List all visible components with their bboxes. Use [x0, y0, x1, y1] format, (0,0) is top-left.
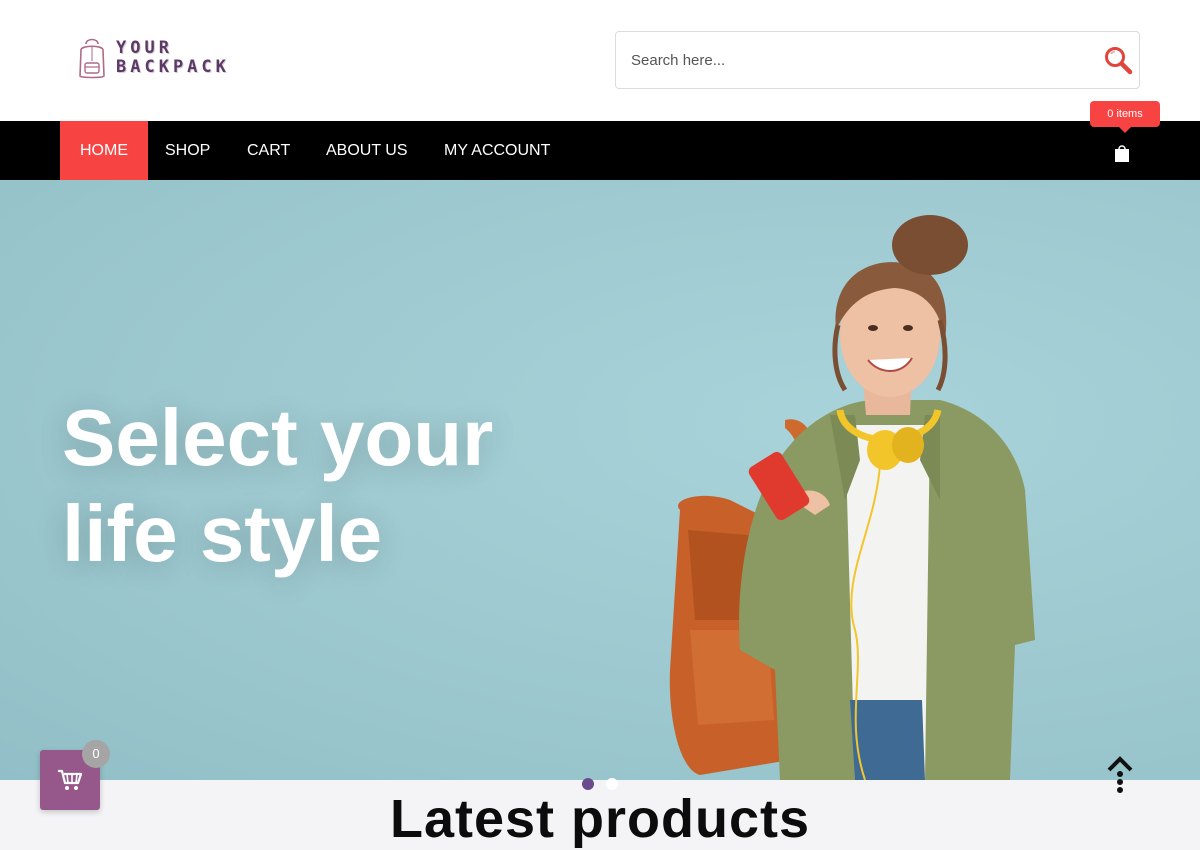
backpack-icon: [79, 38, 105, 79]
hero-slider: Select your life style: [0, 180, 1200, 780]
site-header: YOUR BACKPACK: [0, 0, 1200, 121]
cart-icon: [58, 769, 83, 790]
slider-dot-2[interactable]: [606, 778, 618, 790]
search-input[interactable]: [631, 48, 1091, 72]
hero-title-line-1: Select your: [62, 393, 494, 482]
scroll-top-icon[interactable]: [1106, 755, 1134, 795]
slider-dot-1[interactable]: [582, 778, 594, 790]
hero-title: Select your life style: [62, 390, 582, 582]
cart-items-badge[interactable]: 0 items: [1090, 101, 1160, 133]
search-box: [615, 31, 1140, 89]
main-nav: HOME SHOP CART ABOUT US MY ACCOUNT: [0, 121, 1200, 180]
nav-item-my-account[interactable]: MY ACCOUNT: [444, 121, 550, 180]
logo-line-2: BACKPACK: [116, 57, 230, 77]
nav-item-cart[interactable]: CART: [247, 121, 290, 180]
hero-title-line-2: life style: [62, 489, 383, 578]
latest-products-section: Latest products: [0, 780, 1200, 850]
search-icon[interactable]: [1102, 44, 1136, 78]
latest-products-heading: Latest products: [389, 789, 811, 849]
nav-item-shop[interactable]: SHOP: [165, 121, 210, 180]
logo-text: YOUR BACKPACK: [116, 39, 230, 77]
floating-cart-count: 0: [82, 740, 110, 768]
nav-item-home[interactable]: HOME: [60, 121, 148, 180]
nav-item-about-us[interactable]: ABOUT US: [326, 121, 408, 180]
hero-image: [669, 215, 1035, 780]
shopping-bag-icon[interactable]: [1113, 143, 1131, 163]
logo-line-1: YOUR: [116, 38, 173, 58]
site-logo[interactable]: YOUR BACKPACK: [76, 36, 256, 82]
